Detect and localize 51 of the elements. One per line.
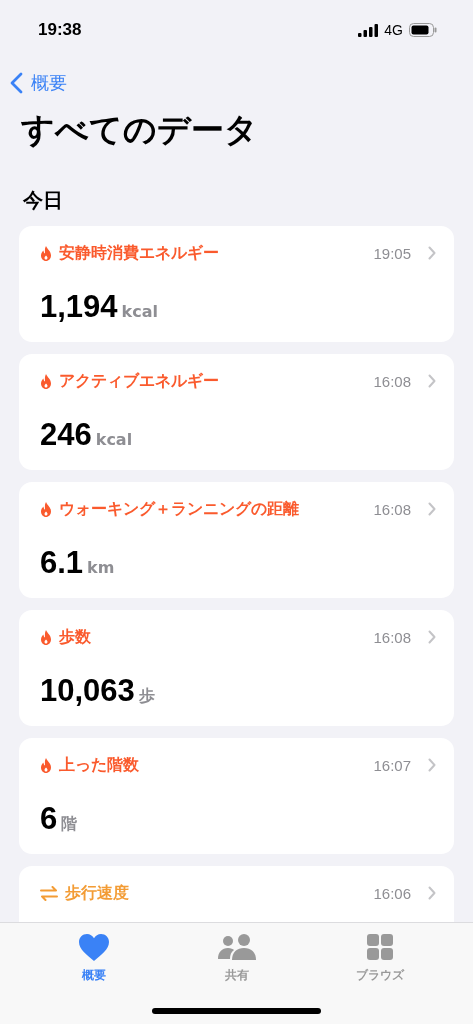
home-indicator[interactable]: [152, 1008, 321, 1014]
flame-icon: [40, 373, 52, 389]
metric-card[interactable]: アクティブエネルギー 16:08 246 kcal: [19, 354, 454, 470]
chevron-right-icon: [428, 374, 436, 388]
flame-icon: [40, 757, 52, 773]
metric-label: ウォーキング＋ランニングの距離: [59, 498, 300, 520]
metric-value: 6.1: [40, 545, 84, 581]
metric-card[interactable]: 安静時消費エネルギー 19:05 1,194 kcal: [19, 226, 454, 342]
chevron-left-icon: [10, 71, 23, 94]
metric-label: アクティブエネルギー: [59, 370, 220, 392]
metric-card[interactable]: 上った階数 16:07 6 階: [19, 738, 454, 854]
metric-time: 16:08: [373, 500, 411, 518]
chevron-right-icon: [428, 630, 436, 644]
metric-value: 6: [40, 801, 58, 837]
metric-time: 16:08: [373, 628, 411, 646]
metric-label: 上った階数: [59, 754, 140, 776]
metric-label: 安静時消費エネルギー: [59, 242, 220, 264]
metric-unit: kcal: [121, 302, 158, 321]
metric-time: 16:07: [373, 756, 411, 774]
network-label: 4G: [384, 22, 403, 38]
metric-time: 19:05: [373, 244, 411, 262]
signal-icon: [358, 23, 379, 37]
flame-icon: [40, 629, 52, 645]
metric-card[interactable]: 歩数 16:08 10,063 歩: [19, 610, 454, 726]
chevron-right-icon: [428, 246, 436, 260]
metric-unit: 歩: [138, 686, 155, 707]
metric-label: 歩数: [59, 626, 92, 648]
chevron-right-icon: [428, 886, 436, 900]
metric-unit: km: [87, 558, 115, 577]
chevron-right-icon: [428, 758, 436, 772]
flame-icon: [40, 501, 52, 517]
metric-time: 16:06: [373, 884, 411, 902]
status-time: 19:38: [38, 20, 83, 40]
grid-icon: [366, 934, 393, 960]
tab-button[interactable]: 概要: [38, 932, 149, 984]
metric-value: 246: [40, 417, 92, 453]
battery-icon: [409, 23, 437, 37]
page-title: すべてのデータ: [21, 109, 259, 151]
metric-unit: 階: [61, 814, 78, 835]
metric-value: 10,063: [40, 673, 135, 709]
metric-value: 1,194: [40, 289, 118, 325]
swap-arrows-icon: [40, 885, 58, 901]
metric-card[interactable]: ウォーキング＋ランニングの距離 16:08 6.1 km: [19, 482, 454, 598]
flame-icon: [40, 245, 52, 261]
metric-time: 16:08: [373, 372, 411, 390]
heart-icon: [78, 933, 109, 961]
metric-unit: kcal: [95, 430, 133, 449]
chevron-right-icon: [428, 502, 436, 516]
people-icon: [217, 934, 256, 960]
metric-label: 歩行速度: [65, 882, 130, 904]
section-heading: 今日: [23, 187, 64, 214]
